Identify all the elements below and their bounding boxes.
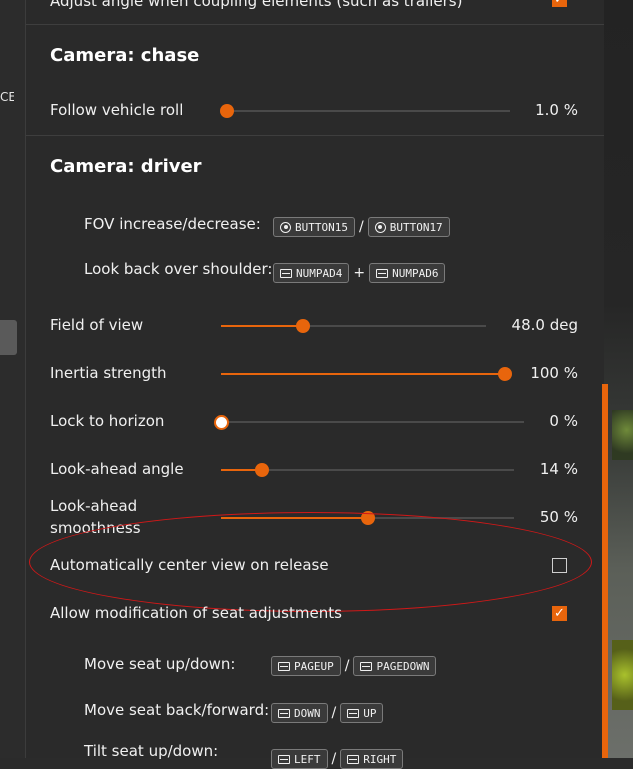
- look-ahead-smooth-value: 50 %: [539, 508, 578, 526]
- look-ahead-angle-slider[interactable]: [255, 463, 269, 477]
- key-separator: /: [331, 751, 337, 767]
- seat-backfwd-keys: DOWN / UP: [271, 703, 384, 723]
- key-label: BUTTON15: [295, 220, 348, 234]
- lock-horizon-slider[interactable]: [213, 414, 229, 430]
- seat-up-key[interactable]: PAGEUP: [271, 656, 341, 676]
- fov-decrease-key[interactable]: BUTTON17: [367, 217, 450, 237]
- key-label: LEFT: [294, 752, 321, 766]
- lock-horizon-value: 0 %: [549, 412, 578, 430]
- look-back-key-2[interactable]: NUMPAD6: [369, 263, 446, 283]
- key-separator: /: [358, 219, 364, 235]
- look-back-keys: NUMPAD4 + NUMPAD6: [273, 263, 446, 283]
- look-back-key-1[interactable]: NUMPAD4: [273, 263, 350, 283]
- look-ahead-smooth-fill: [221, 517, 368, 519]
- coupling-angle-checkbox[interactable]: ✓: [552, 0, 567, 7]
- look-ahead-angle-label: Look-ahead angle: [50, 460, 184, 478]
- seat-tilt-keys: LEFT / RIGHT: [271, 749, 404, 769]
- key-label: RIGHT: [363, 752, 397, 766]
- follow-roll-track: [224, 110, 510, 112]
- key-label: PAGEDOWN: [376, 659, 430, 673]
- keyboard-icon: [360, 661, 373, 671]
- key-separator: +: [353, 265, 366, 281]
- look-ahead-smooth-slider[interactable]: [361, 511, 375, 525]
- look-ahead-angle-value: 14 %: [539, 460, 578, 478]
- scrollbar-thumb[interactable]: [602, 384, 608, 758]
- fov-fill: [221, 325, 303, 327]
- section-divider: [26, 135, 604, 136]
- fov-increase-key[interactable]: BUTTON15: [273, 217, 355, 237]
- seat-updown-label: Move seat up/down:: [84, 655, 236, 673]
- keyboard-icon: [278, 754, 290, 764]
- seat-tilt-up-key[interactable]: LEFT: [271, 749, 328, 769]
- key-separator: /: [331, 705, 337, 721]
- auto-center-label: Automatically center view on release: [50, 556, 329, 574]
- inertia-value: 100 %: [530, 364, 578, 382]
- seat-down-key[interactable]: PAGEDOWN: [353, 656, 437, 676]
- key-label: BUTTON17: [389, 220, 443, 234]
- keyboard-icon: [280, 268, 292, 278]
- follow-roll-value: 1.0 %: [535, 101, 578, 119]
- key-label: PAGEUP: [294, 659, 334, 673]
- scene-foliage: [612, 410, 633, 460]
- seat-mod-checkbox[interactable]: ✓: [552, 606, 567, 621]
- key-label: NUMPAD4: [296, 266, 343, 280]
- keyboard-icon: [347, 754, 360, 764]
- inertia-slider[interactable]: [498, 367, 512, 381]
- inertia-fill: [221, 373, 505, 375]
- seat-tilt-label: Tilt seat up/down:: [84, 742, 219, 760]
- look-ahead-smooth-label-1: Look-ahead: [50, 497, 138, 515]
- keyboard-icon: [347, 708, 360, 718]
- key-label: DOWN: [294, 706, 321, 720]
- fov-value: 48.0 deg: [511, 316, 578, 334]
- seat-updown-keys: PAGEUP / PAGEDOWN: [271, 656, 437, 676]
- follow-roll-label: Follow vehicle roll: [50, 101, 184, 119]
- fov-label: Field of view: [50, 316, 144, 334]
- coupling-angle-label: Adjust angle when coupling elements (suc…: [50, 0, 463, 10]
- fov-slider[interactable]: [296, 319, 310, 333]
- left-clipped-text: CE: [0, 90, 14, 104]
- look-back-label: Look back over shoulder:: [84, 260, 273, 278]
- key-separator: /: [344, 658, 350, 674]
- seat-backfwd-label: Move seat back/forward:: [84, 701, 270, 719]
- keyboard-icon: [376, 268, 389, 278]
- section-title-chase: Camera: chase: [50, 45, 200, 66]
- gamepad-button-icon: [374, 221, 386, 233]
- key-label: UP: [363, 706, 377, 720]
- section-divider: [26, 24, 604, 25]
- left-background: [0, 0, 26, 758]
- fov-binding-label: FOV increase/decrease:: [84, 215, 261, 233]
- follow-roll-slider[interactable]: [220, 104, 234, 118]
- scene-foliage: [612, 640, 633, 710]
- section-title-driver: Camera: driver: [50, 156, 202, 177]
- lock-horizon-label: Lock to horizon: [50, 412, 165, 430]
- seat-mod-label: Allow modification of seat adjustments: [50, 604, 342, 622]
- seat-tilt-down-key[interactable]: RIGHT: [340, 749, 404, 769]
- seat-back-key[interactable]: DOWN: [271, 703, 328, 723]
- key-label: NUMPAD6: [392, 266, 439, 280]
- keyboard-icon: [278, 661, 290, 671]
- lock-horizon-track: [221, 421, 524, 423]
- fov-binding-keys: BUTTON15 / BUTTON17: [273, 217, 450, 237]
- seat-forward-key[interactable]: UP: [340, 703, 384, 723]
- left-side-button[interactable]: [0, 320, 17, 355]
- inertia-label: Inertia strength: [50, 364, 167, 382]
- look-ahead-smooth-label-2: smoothness: [50, 519, 141, 537]
- keyboard-icon: [278, 708, 290, 718]
- gamepad-button-icon: [280, 221, 291, 233]
- auto-center-checkbox[interactable]: [552, 558, 567, 573]
